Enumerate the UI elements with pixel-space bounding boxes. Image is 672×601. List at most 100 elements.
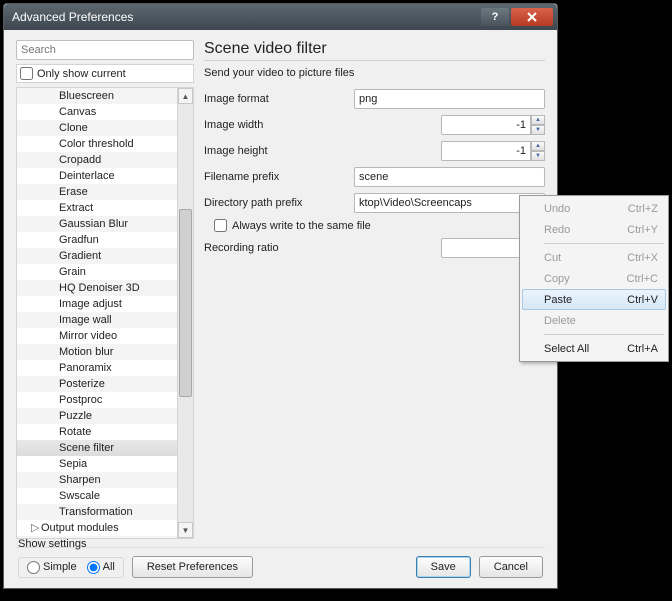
tree-item[interactable]: Scene filter [17, 440, 177, 456]
page-subtitle: Send your video to picture files [204, 67, 545, 79]
tree-item-label: Extract [59, 202, 93, 214]
image-width-input[interactable] [441, 115, 531, 135]
tree-item[interactable]: Erase [17, 184, 177, 200]
menu-item-shortcut: Ctrl+Z [628, 203, 658, 215]
tree-item[interactable]: Grain [17, 264, 177, 280]
simple-radio[interactable]: Simple [27, 561, 77, 574]
page-title: Scene video filter [204, 40, 545, 58]
menu-separator [544, 243, 664, 244]
spin-down-icon[interactable]: ▼ [531, 125, 545, 135]
tree-item-label: Gradfun [59, 234, 99, 246]
menu-item-paste[interactable]: PasteCtrl+V [522, 289, 666, 310]
tree-item[interactable]: Image adjust [17, 296, 177, 312]
tree-item[interactable]: Swscale [17, 488, 177, 504]
always-write-label: Always write to the same file [232, 220, 371, 232]
tree-item-label: Clone [59, 122, 88, 134]
tree-item[interactable]: Rotate [17, 424, 177, 440]
menu-item-label: Paste [544, 294, 572, 306]
help-button[interactable]: ? [481, 8, 509, 26]
tree-item-label: Image wall [59, 314, 112, 326]
cancel-button[interactable]: Cancel [479, 556, 543, 578]
tree-item-label: Sepia [59, 458, 87, 470]
close-button[interactable] [511, 8, 553, 26]
image-format-label: Image format [204, 93, 354, 105]
tree-item[interactable]: Canvas [17, 104, 177, 120]
menu-item-select-all[interactable]: Select AllCtrl+A [522, 338, 666, 359]
tree-item[interactable]: Gradfun [17, 232, 177, 248]
scroll-up-button[interactable]: ▲ [178, 88, 193, 104]
tree-item-label: Transformation [59, 506, 133, 518]
tree-item[interactable]: Extract [17, 200, 177, 216]
filename-prefix-label: Filename prefix [204, 171, 354, 183]
tree-item[interactable]: Image wall [17, 312, 177, 328]
tree-item[interactable]: Color threshold [17, 136, 177, 152]
tree-item[interactable]: Transformation [17, 504, 177, 520]
image-height-label: Image height [204, 145, 354, 157]
directory-prefix-input[interactable] [354, 193, 545, 213]
tree-item-label: Swscale [59, 490, 100, 502]
tree-item[interactable]: Sepia [17, 456, 177, 472]
tree-item-label: Image adjust [59, 298, 122, 310]
tree-item-label: Gradient [59, 250, 101, 262]
tree-item-label: Bluescreen [59, 90, 114, 102]
tree-item-label: Mirror video [59, 330, 117, 342]
show-settings-label: Show settings [18, 538, 86, 550]
tree-item[interactable]: Puzzle [17, 408, 177, 424]
image-format-input[interactable] [354, 89, 545, 109]
always-write-checkbox[interactable] [214, 219, 227, 232]
tree-item-label: Puzzle [59, 410, 92, 422]
scroll-down-button[interactable]: ▼ [178, 522, 193, 538]
tree-item[interactable]: Sharpen [17, 472, 177, 488]
tree-item[interactable]: Cropadd [17, 152, 177, 168]
tree-item[interactable]: Bluescreen [17, 88, 177, 104]
only-show-current-label: Only show current [37, 68, 126, 80]
preferences-dialog: Advanced Preferences ? Only show current… [3, 3, 558, 589]
save-button[interactable]: Save [416, 556, 471, 578]
directory-prefix-label: Directory path prefix [204, 197, 354, 209]
menu-item-label: Redo [544, 224, 570, 236]
tree-scrollbar[interactable]: ▲ ▼ [177, 88, 193, 538]
tree-item-label: Sharpen [59, 474, 101, 486]
tree-item[interactable]: Clone [17, 120, 177, 136]
spin-down-icon[interactable]: ▼ [531, 151, 545, 161]
only-show-current-box[interactable] [20, 67, 33, 80]
menu-separator [544, 334, 664, 335]
menu-item-shortcut: Ctrl+Y [627, 224, 658, 236]
menu-item-shortcut: Ctrl+X [627, 252, 658, 264]
expand-icon[interactable]: ▷ [31, 520, 41, 536]
tree-item[interactable]: Panoramix [17, 360, 177, 376]
show-settings-group: Simple All [18, 557, 124, 578]
image-height-input[interactable] [441, 141, 531, 161]
tree-item-label: Panoramix [59, 362, 112, 374]
tree-item[interactable]: Gaussian Blur [17, 216, 177, 232]
tree-item[interactable]: Motion blur [17, 344, 177, 360]
tree-item-label: HQ Denoiser 3D [59, 282, 140, 294]
titlebar[interactable]: Advanced Preferences ? [4, 4, 557, 30]
filename-prefix-input[interactable] [354, 167, 545, 187]
spin-up-icon[interactable]: ▲ [531, 141, 545, 151]
recording-ratio-label: Recording ratio [204, 242, 354, 254]
tree-item-label: Scene filter [59, 442, 114, 454]
tree-item[interactable]: Posterize [17, 376, 177, 392]
menu-item-cut: CutCtrl+X [522, 247, 666, 268]
menu-item-shortcut: Ctrl+C [627, 273, 658, 285]
tree-item[interactable]: Deinterlace [17, 168, 177, 184]
menu-item-copy: CopyCtrl+C [522, 268, 666, 289]
menu-item-shortcut: Ctrl+A [627, 343, 658, 355]
tree-item[interactable]: Postproc [17, 392, 177, 408]
only-show-current-checkbox[interactable]: Only show current [16, 64, 194, 83]
search-input[interactable] [16, 40, 194, 60]
tree-item[interactable]: HQ Denoiser 3D [17, 280, 177, 296]
all-radio[interactable]: All [87, 561, 115, 574]
tree-item[interactable]: ▷Output modules [17, 520, 177, 536]
close-icon [527, 12, 537, 22]
spin-up-icon[interactable]: ▲ [531, 115, 545, 125]
tree-item-label: Cropadd [59, 154, 101, 166]
tree-item-label: Output modules [41, 522, 119, 534]
recording-ratio-input[interactable] [441, 238, 531, 258]
reset-preferences-button[interactable]: Reset Preferences [132, 556, 253, 578]
tree-item[interactable]: Mirror video [17, 328, 177, 344]
tree-item-label: Gaussian Blur [59, 218, 128, 230]
tree-item[interactable]: Gradient [17, 248, 177, 264]
scroll-thumb[interactable] [179, 209, 192, 397]
